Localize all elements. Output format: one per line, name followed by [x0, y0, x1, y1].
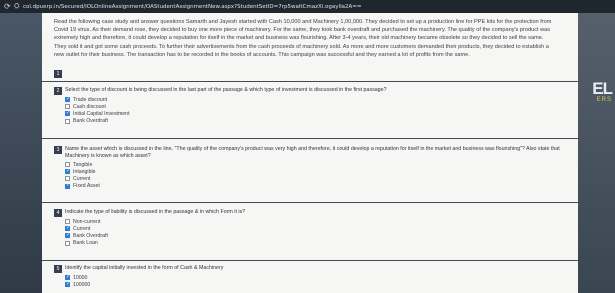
background-right-panel: EL ERS — [578, 13, 615, 293]
divider — [42, 81, 578, 82]
checkbox[interactable] — [65, 104, 70, 110]
divider — [42, 138, 578, 139]
option-row[interactable]: Bank Overdraft — [65, 118, 569, 125]
option-row[interactable]: Tangible — [65, 161, 569, 168]
question-block: 3 Name the asset which is discussed in t… — [54, 146, 569, 190]
option-row[interactable]: Non-current — [65, 218, 569, 225]
divider — [42, 202, 578, 203]
option-row[interactable]: Trade discount — [65, 96, 569, 103]
case-study-text: Read the following case study and answer… — [54, 19, 552, 58]
divider — [42, 260, 578, 261]
url-field[interactable]: col.dpuerp.in/Secured/IOLOnlineAssignmen… — [23, 4, 362, 10]
option-label: Cash discount — [73, 103, 106, 110]
option-row[interactable]: Fixed Asset — [65, 182, 569, 190]
checkbox[interactable] — [65, 96, 70, 103]
assignment-page: Read the following case study and answer… — [42, 13, 578, 293]
question-block: 4 Indicate the type of liability is disc… — [54, 209, 569, 247]
checkbox[interactable] — [65, 168, 70, 175]
checkbox[interactable] — [65, 219, 70, 225]
reload-icon[interactable]: ⟳ — [4, 2, 14, 11]
option-row[interactable]: Bank Loan — [65, 240, 569, 247]
checkbox[interactable] — [65, 162, 70, 168]
option-label: Non-current — [73, 218, 101, 225]
option-row[interactable]: Bank Overdraft — [65, 232, 569, 239]
question-text: Indicate the type of liability is discus… — [65, 209, 246, 215]
checkbox[interactable] — [65, 240, 70, 246]
option-label: Bank Loan — [73, 240, 98, 247]
question-number-badge: 2 — [54, 87, 62, 95]
option-label: Trade discount — [73, 96, 108, 103]
checkbox[interactable] — [65, 118, 70, 124]
option-label: Intangible — [73, 168, 96, 175]
question-text: Name the asset which is discussed in the… — [65, 146, 560, 159]
option-label: Current — [73, 175, 91, 182]
option-label: 100000 — [73, 281, 91, 288]
checkbox[interactable] — [65, 274, 70, 281]
option-label: Current — [73, 225, 91, 232]
brand-logo-subtext: ERS — [596, 97, 612, 103]
option-label: Fixed Asset — [73, 183, 100, 190]
question-text: Select the type of discount is being dis… — [65, 87, 387, 93]
option-row[interactable]: 100000 — [65, 281, 569, 288]
option-row[interactable]: Current — [65, 225, 569, 232]
option-row[interactable]: Intangible — [65, 168, 569, 175]
option-label: Initial Capital Investment — [73, 110, 130, 117]
option-row[interactable]: Cash discount — [65, 103, 569, 110]
brand-logo: EL — [592, 79, 613, 98]
checkbox[interactable] — [65, 110, 70, 117]
checkbox[interactable] — [65, 232, 70, 239]
question-number-badge: 5 — [54, 265, 62, 273]
option-row[interactable]: 10000 — [65, 274, 569, 281]
question-text: Identify the capital initially invested … — [65, 265, 224, 271]
background-left-panel — [0, 13, 42, 293]
option-row[interactable]: Initial Capital Investment — [65, 110, 569, 117]
option-label: Bank Overdraft — [73, 118, 108, 125]
option-label: Bank Overdraft — [73, 232, 108, 239]
question-block: 5 Identify the capital initially investe… — [54, 265, 569, 288]
checkbox[interactable] — [65, 225, 70, 232]
question-number-badge: 1 — [54, 70, 62, 78]
option-label: 10000 — [73, 274, 88, 281]
question-block: 2 Select the type of discount is being d… — [54, 87, 569, 125]
site-info-icon[interactable]: ⛭ — [14, 3, 23, 11]
checkbox[interactable] — [65, 176, 70, 182]
question-number-badge: 4 — [54, 209, 62, 217]
checkbox[interactable] — [65, 182, 70, 189]
browser-address-bar: ⟳ ⛭ col.dpuerp.in/Secured/IOLOnlineAssig… — [0, 0, 615, 13]
option-row[interactable]: Current — [65, 175, 569, 182]
checkbox[interactable] — [65, 281, 70, 288]
question-number-badge: 3 — [54, 146, 62, 154]
option-label: Tangible — [73, 161, 93, 168]
